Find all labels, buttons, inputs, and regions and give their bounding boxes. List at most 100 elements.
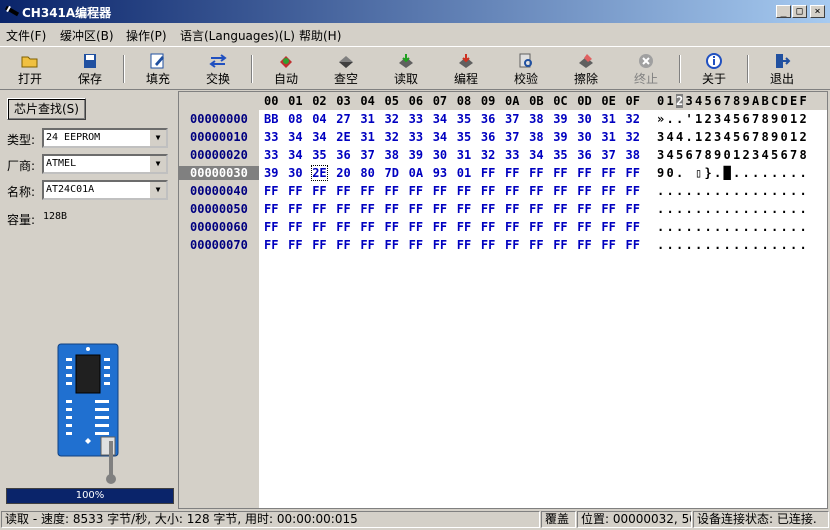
hex-byte-cell[interactable]: 33 <box>409 112 423 126</box>
chevron-down-icon[interactable]: ▼ <box>149 156 166 172</box>
ascii-char-cell[interactable]: . <box>800 184 807 198</box>
ascii-char-cell[interactable]: 4 <box>667 148 674 162</box>
hex-byte-cell[interactable]: 39 <box>553 130 567 144</box>
blank-check-button[interactable]: 查空 <box>322 49 370 89</box>
hex-byte-cell[interactable]: 32 <box>626 130 640 144</box>
ascii-char-cell[interactable]: 3 <box>657 130 664 144</box>
ascii-char-cell[interactable]: . <box>676 238 683 252</box>
ascii-char-cell[interactable]: 5 <box>733 130 740 144</box>
ascii-char-cell[interactable]: . <box>790 184 797 198</box>
ascii-char-cell[interactable]: . <box>724 202 731 216</box>
hex-byte-cell[interactable]: FF <box>529 220 543 234</box>
ascii-char-cell[interactable]: » <box>657 112 664 126</box>
chevron-down-icon[interactable]: ▼ <box>149 130 166 146</box>
ascii-char-cell[interactable]: . <box>762 184 769 198</box>
hex-byte-cell[interactable]: 36 <box>336 148 350 162</box>
hex-byte-cell[interactable]: 32 <box>385 130 399 144</box>
ascii-char-cell[interactable]: . <box>724 184 731 198</box>
ascii-char-cell[interactable]: 9 <box>657 166 664 180</box>
ascii-char-cell[interactable]: . <box>771 202 778 216</box>
hex-byte-cell[interactable]: FF <box>457 238 471 252</box>
ascii-char-cell[interactable]: 3 <box>714 112 721 126</box>
hex-byte-cell[interactable]: FF <box>481 202 495 216</box>
ascii-char-cell[interactable]: . <box>781 202 788 216</box>
hex-byte-cell[interactable]: FF <box>553 184 567 198</box>
ascii-char-cell[interactable]: . <box>714 166 721 180</box>
ascii-char-cell[interactable]: 0 <box>781 112 788 126</box>
hex-byte-cell[interactable]: FF <box>481 238 495 252</box>
ascii-char-cell[interactable]: 0 <box>781 130 788 144</box>
menu-buffer[interactable]: 缓冲区(B) <box>60 27 114 44</box>
hex-byte-cell[interactable]: FF <box>505 220 519 234</box>
ascii-char-cell[interactable]: . <box>781 166 788 180</box>
hex-byte-cell[interactable]: 7D <box>385 166 399 180</box>
ascii-char-cell[interactable]: . <box>743 220 750 234</box>
hex-byte-cell[interactable]: FF <box>601 202 615 216</box>
ascii-char-cell[interactable]: } <box>705 166 712 180</box>
ascii-char-cell[interactable]: 4 <box>762 148 769 162</box>
ascii-char-cell[interactable]: 9 <box>771 112 778 126</box>
ascii-char-cell[interactable]: . <box>800 238 807 252</box>
ascii-char-cell[interactable]: . <box>752 184 759 198</box>
hex-byte-cell[interactable]: 33 <box>264 148 278 162</box>
hex-byte-cell[interactable]: 30 <box>577 112 591 126</box>
hex-byte-cell[interactable]: FF <box>433 238 447 252</box>
ascii-char-cell[interactable]: 3 <box>657 148 664 162</box>
hex-byte-cell[interactable]: FF <box>360 184 374 198</box>
hex-byte-cell[interactable]: FF <box>457 184 471 198</box>
ascii-char-cell[interactable]: 2 <box>800 112 807 126</box>
ascii-char-cell[interactable]: 6 <box>686 148 693 162</box>
ascii-char-cell[interactable]: . <box>771 166 778 180</box>
hex-byte-cell[interactable]: FF <box>336 220 350 234</box>
hex-byte-cell[interactable]: 37 <box>505 130 519 144</box>
ascii-char-cell[interactable]: 0 <box>724 148 731 162</box>
ascii-char-cell[interactable]: . <box>667 202 674 216</box>
menu-operation[interactable]: 操作(P) <box>126 27 167 44</box>
ascii-char-cell[interactable]: 3 <box>714 130 721 144</box>
ascii-char-cell[interactable]: . <box>724 238 731 252</box>
ascii-char-cell[interactable]: . <box>771 238 778 252</box>
hex-byte-cell[interactable]: FF <box>433 184 447 198</box>
hex-byte-cell[interactable]: FF <box>577 184 591 198</box>
ascii-char-cell[interactable]: . <box>676 184 683 198</box>
hex-byte-cell[interactable]: 32 <box>626 112 640 126</box>
hex-byte-cell[interactable]: FF <box>433 202 447 216</box>
ascii-char-cell[interactable]: . <box>733 202 740 216</box>
hex-byte-cell[interactable]: FF <box>385 220 399 234</box>
erase-button[interactable]: 擦除 <box>562 49 610 89</box>
hex-byte-cell[interactable]: 30 <box>577 130 591 144</box>
ascii-char-cell[interactable]: 3 <box>752 148 759 162</box>
hex-byte-cell[interactable]: FF <box>385 238 399 252</box>
hex-byte-cell[interactable]: 38 <box>385 148 399 162</box>
ascii-char-cell[interactable]: . <box>800 202 807 216</box>
ascii-char-cell[interactable]: . <box>714 184 721 198</box>
hex-byte-cell[interactable]: FF <box>505 184 519 198</box>
ascii-char-cell[interactable]: . <box>762 202 769 216</box>
ascii-char-cell[interactable]: . <box>695 220 702 234</box>
menu-file[interactable]: 文件(F) <box>6 27 46 44</box>
hex-byte-cell[interactable]: 35 <box>553 148 567 162</box>
ascii-char-cell[interactable]: . <box>800 220 807 234</box>
hex-byte-cell[interactable]: 38 <box>529 112 543 126</box>
ascii-char-cell[interactable]: . <box>743 184 750 198</box>
ascii-char-cell[interactable]: 5 <box>733 112 740 126</box>
hex-byte-cell[interactable]: FF <box>312 238 326 252</box>
hex-byte-cell[interactable]: FF <box>336 184 350 198</box>
hex-byte-cell[interactable]: 38 <box>529 130 543 144</box>
ascii-char-cell[interactable]: 5 <box>771 148 778 162</box>
ascii-char-cell[interactable]: 8 <box>800 148 807 162</box>
ascii-char-cell[interactable]: . <box>714 238 721 252</box>
hex-byte-cell[interactable]: FF <box>457 220 471 234</box>
hex-byte-cell[interactable]: 33 <box>264 130 278 144</box>
hex-byte-cell[interactable]: 31 <box>457 148 471 162</box>
ascii-char-cell[interactable]: . <box>752 202 759 216</box>
hex-byte-cell[interactable]: 20 <box>336 166 350 180</box>
menu-language[interactable]: 语言(Languages)(L) <box>180 27 295 44</box>
ascii-char-cell[interactable]: . <box>667 238 674 252</box>
vendor-select[interactable]: ATMEL ▼ <box>42 154 168 174</box>
hex-byte-cell[interactable]: FF <box>288 220 302 234</box>
hex-byte-cell[interactable]: FF <box>409 238 423 252</box>
fill-button[interactable]: 填充 <box>134 49 182 89</box>
hex-byte-cell[interactable]: FF <box>601 238 615 252</box>
hex-byte-cell[interactable]: FF <box>409 184 423 198</box>
